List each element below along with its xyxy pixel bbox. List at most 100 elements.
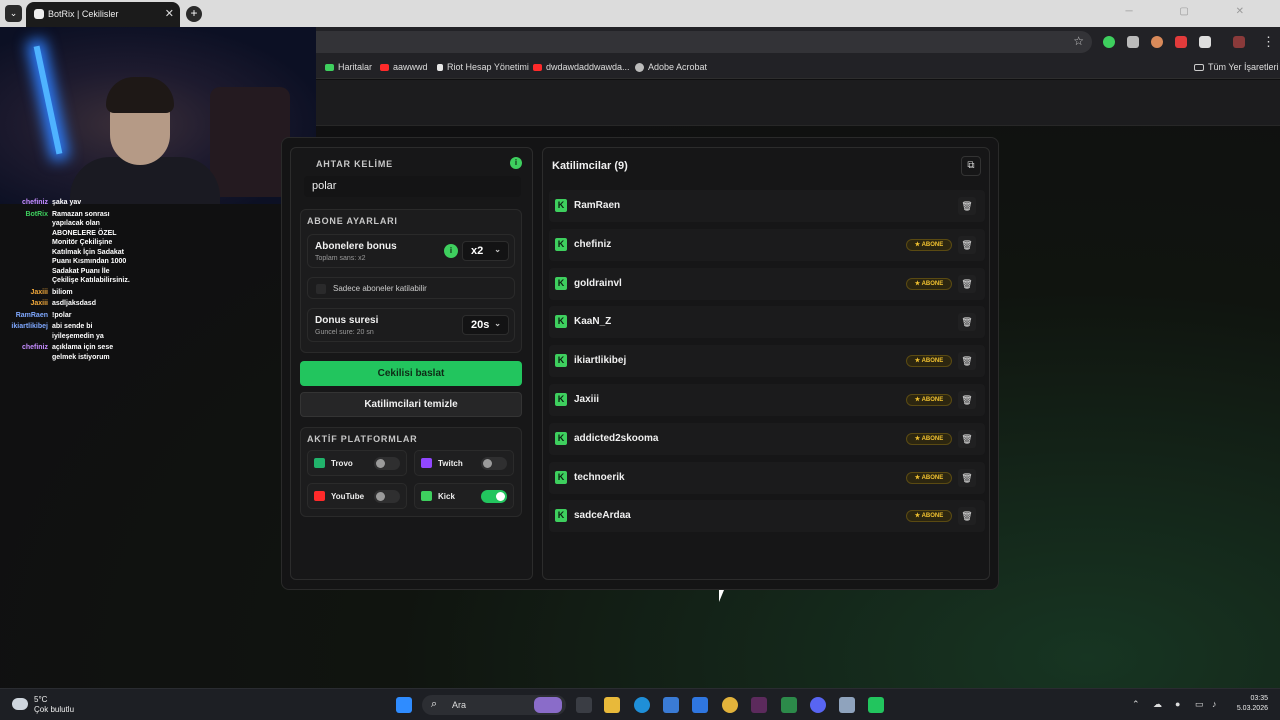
bookmark-youtube-2[interactable]: dwdawdaddwawda... xyxy=(533,62,630,72)
participant-row: Kikiartlikibej ★ ABONE 🗑 xyxy=(549,345,985,378)
all-bookmarks[interactable]: Tüm Yer İşaretleri xyxy=(1194,62,1279,72)
extension-shield-icon[interactable] xyxy=(1103,36,1115,48)
botrix-favicon-icon xyxy=(34,9,44,19)
address-bar[interactable]: ☆ xyxy=(300,31,1092,53)
windows-start-icon[interactable] xyxy=(396,697,412,713)
store-icon[interactable] xyxy=(663,697,679,713)
only-subscribers-row[interactable]: Sadece aboneler katilabilir xyxy=(307,277,515,299)
kick-icon: K xyxy=(555,237,567,251)
chat-message: RamRaen !polar xyxy=(0,311,160,321)
tab-close-icon[interactable]: ✕ xyxy=(165,7,174,20)
platform-label: Trovo xyxy=(331,459,353,468)
kick-icon: K xyxy=(555,470,567,484)
bookmark-label: dwdawdaddwawda... xyxy=(546,62,630,72)
bookmark-label: Riot Hesap Yönetimi xyxy=(447,62,529,72)
bonus-select[interactable]: x2 ⌄ xyxy=(462,241,509,261)
file-explorer-icon[interactable] xyxy=(604,697,620,713)
platform-kick: Kick xyxy=(414,483,514,509)
kick-icon xyxy=(421,491,432,501)
discord-icon[interactable] xyxy=(810,697,826,713)
bookmark-label: Adobe Acrobat xyxy=(648,62,708,72)
app-icon[interactable] xyxy=(751,697,767,713)
youtube-toggle[interactable] xyxy=(374,490,400,503)
extension-icon[interactable] xyxy=(1127,36,1139,48)
clear-participants-button[interactable]: Katilimcilari temizle xyxy=(300,392,522,417)
bookmark-riot[interactable]: Riot Hesap Yönetimi xyxy=(437,62,529,72)
chat-text: açıklama için sese gelmek istiyorum xyxy=(52,344,114,361)
bookmark-youtube-1[interactable]: aawwwd xyxy=(380,62,428,72)
microphone-icon[interactable]: ● xyxy=(1175,699,1180,709)
trash-icon[interactable]: 🗑 xyxy=(958,429,976,448)
platform-label: Kick xyxy=(438,492,455,501)
cloud-icon[interactable] xyxy=(12,698,28,710)
subscriber-badge: ★ ABONE xyxy=(906,277,952,290)
trash-icon[interactable]: 🗑 xyxy=(958,274,976,293)
kick-toggle[interactable] xyxy=(481,490,507,503)
browser-tab[interactable]: BotRix | Cekilisler ✕ xyxy=(26,2,180,27)
tab-search-button[interactable]: ⌄ xyxy=(5,5,22,22)
maps-icon xyxy=(325,63,334,71)
browser-menu-icon[interactable]: ⋮ xyxy=(1262,34,1275,50)
chat-text: abi sende bi iyileşemedin ya xyxy=(52,323,104,340)
clock[interactable]: 03:35 5.03.2026 xyxy=(1228,694,1268,714)
keyword-input[interactable]: polar xyxy=(304,176,521,197)
duration-select[interactable]: 20s ⌄ xyxy=(462,315,509,335)
search-icon: ⌕ xyxy=(431,698,438,710)
trash-icon[interactable]: 🗑 xyxy=(958,391,976,409)
extension-tp-icon[interactable] xyxy=(1175,36,1187,48)
task-view-icon[interactable] xyxy=(576,697,592,713)
trash-icon[interactable]: 🗑 xyxy=(958,468,976,487)
riot-icon xyxy=(437,63,443,71)
trash-icon[interactable]: 🗑 xyxy=(958,507,976,526)
profile-icon[interactable] xyxy=(1233,36,1245,48)
subscriber-badge: ★ ABONE xyxy=(906,238,952,251)
chevron-up-icon[interactable]: ⌃ xyxy=(1132,699,1140,710)
chair xyxy=(210,87,290,197)
start-giveaway-button[interactable]: Cekilisi baslat xyxy=(300,361,522,386)
participant-name: addicted2skooma xyxy=(574,432,659,444)
new-tab-button[interactable]: + xyxy=(186,6,202,22)
info-icon[interactable]: i xyxy=(444,244,458,258)
copy-icon[interactable]: ⧉ xyxy=(961,156,981,176)
trash-icon[interactable]: 🗑 xyxy=(958,352,976,371)
bookmark-adobe[interactable]: Adobe Acrobat xyxy=(635,62,707,72)
bonus-select-value: x2 xyxy=(471,245,484,257)
only-subscribers-checkbox[interactable] xyxy=(316,284,326,294)
mail-icon[interactable] xyxy=(692,697,708,713)
trovo-toggle[interactable] xyxy=(374,457,400,470)
app-icon[interactable] xyxy=(839,697,855,713)
trash-icon[interactable]: 🗑 xyxy=(958,235,976,254)
weather-widget[interactable]: 5°C Çok bulutlu xyxy=(34,695,74,715)
chat-message: chefiniz şaka yav xyxy=(0,198,160,208)
botrix-app-icon[interactable] xyxy=(868,697,884,713)
extensions-puzzle-icon[interactable] xyxy=(1199,36,1211,48)
twitch-toggle[interactable] xyxy=(481,457,507,470)
chrome-icon[interactable] xyxy=(722,697,738,713)
trash-icon[interactable]: 🗑 xyxy=(958,313,976,332)
platform-label: Twitch xyxy=(438,459,463,468)
bookmark-star-icon[interactable]: ☆ xyxy=(1073,34,1084,48)
bookmark-maps[interactable]: Haritalar xyxy=(325,62,372,72)
platform-youtube: YouTube xyxy=(307,483,407,509)
window-controls[interactable]: ─ ▢ ✕ xyxy=(1126,6,1266,17)
trash-icon[interactable]: 🗑 xyxy=(958,197,976,215)
chat-username: ikiartlikibej xyxy=(11,323,48,330)
taskbar-search[interactable]: ⌕ Ara xyxy=(422,695,566,715)
participant-row: Ktechnoerik ★ ABONE 🗑 xyxy=(549,461,985,494)
kick-icon: K xyxy=(555,315,567,329)
participant-name: KaaN_Z xyxy=(574,316,612,328)
app-icon[interactable] xyxy=(781,697,797,713)
chat-username: Jaxiii xyxy=(30,288,48,296)
platform-trovo: Trovo xyxy=(307,450,407,476)
clock-date: 5.03.2026 xyxy=(1236,705,1268,712)
subscriber-badge: ★ ABONE xyxy=(906,394,952,406)
info-icon[interactable]: i xyxy=(510,157,522,169)
display-icon[interactable]: ▭ xyxy=(1195,699,1204,710)
only-subscribers-label: Sadece aboneler katilabilir xyxy=(333,284,427,293)
onedrive-icon[interactable]: ☁ xyxy=(1153,699,1162,710)
extension-avatar-icon[interactable] xyxy=(1151,36,1163,48)
all-bookmarks-label: Tüm Yer İşaretleri xyxy=(1208,62,1279,72)
volume-icon[interactable]: ♪ xyxy=(1212,699,1217,709)
mouse-cursor xyxy=(719,590,724,602)
edge-icon[interactable] xyxy=(634,697,650,713)
